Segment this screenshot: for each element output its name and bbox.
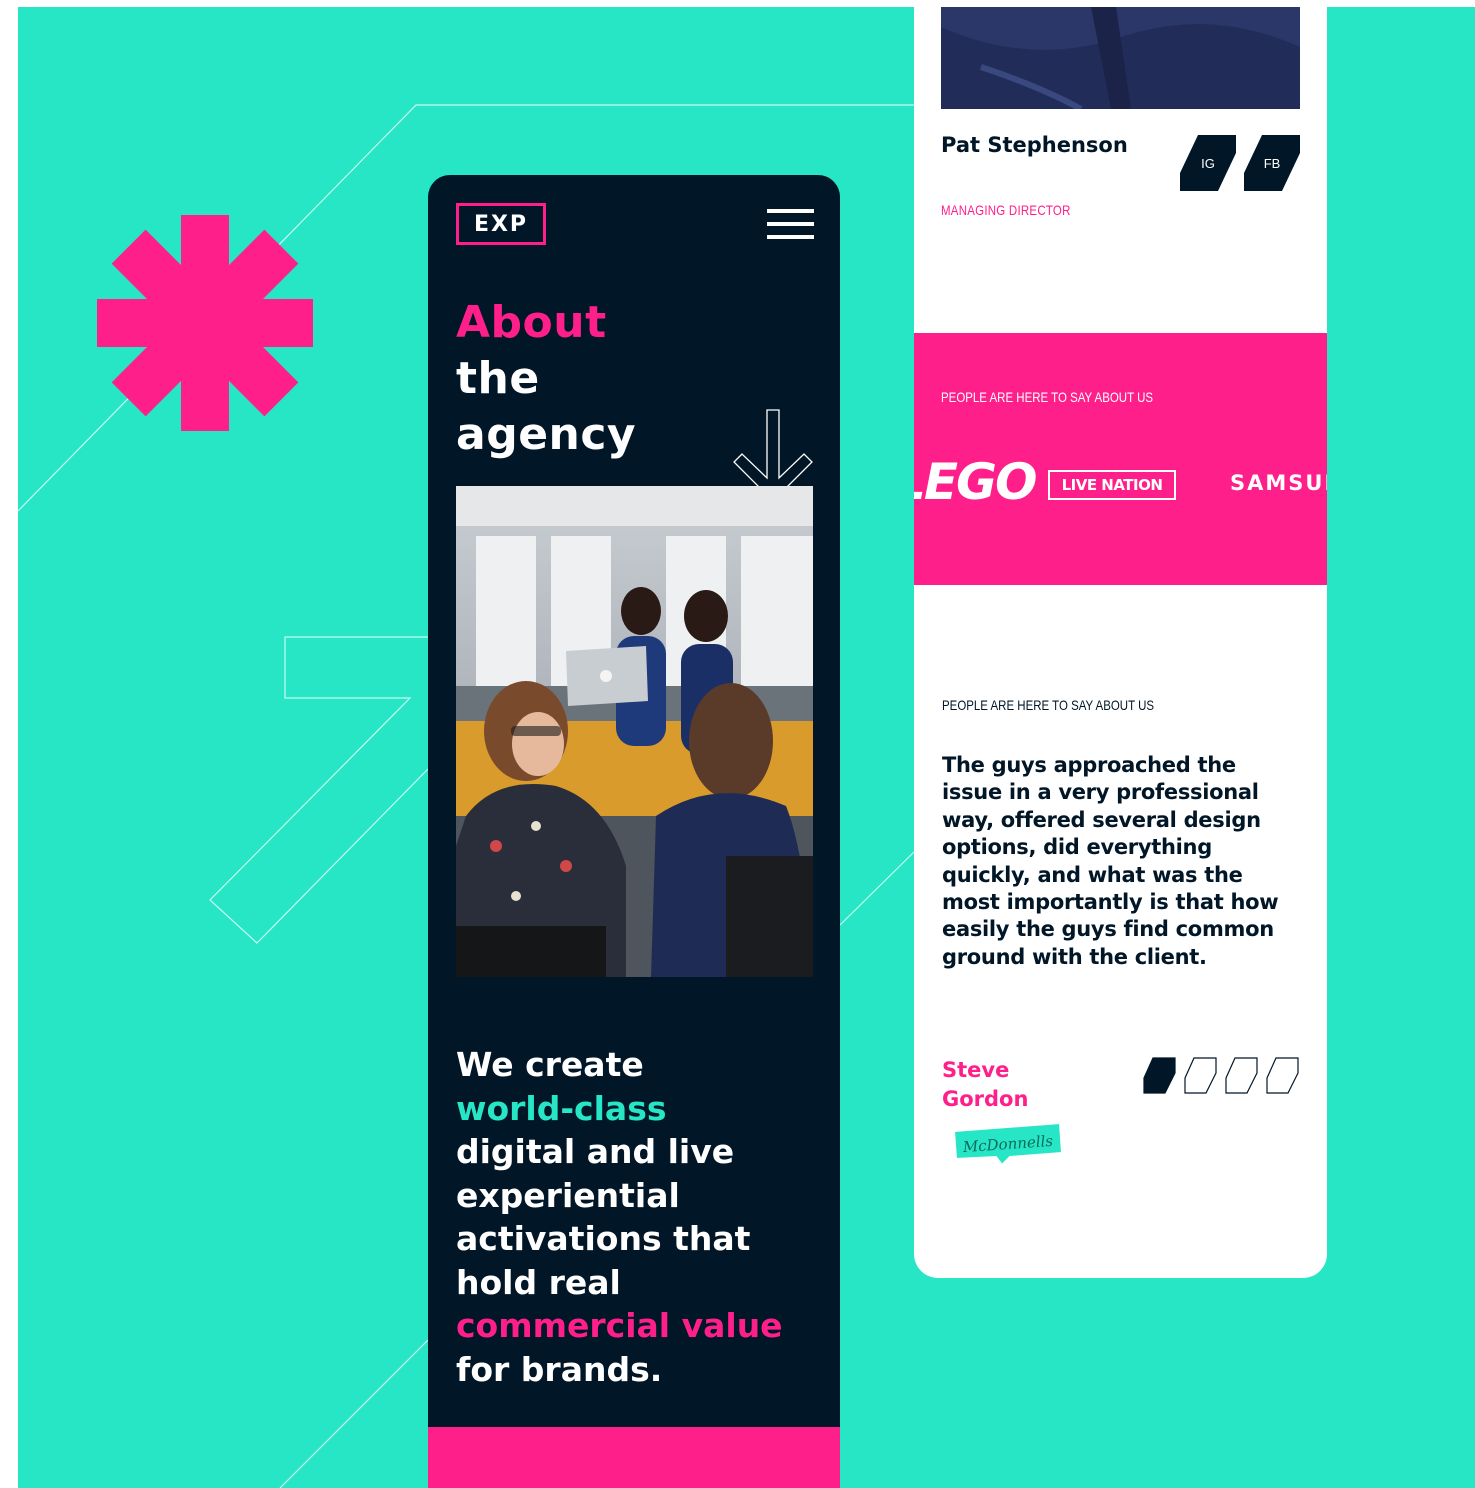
about-heading-line2: the bbox=[456, 353, 540, 404]
testimonial-author: Steve Gordon bbox=[942, 1058, 1029, 1111]
samsung-logo: SAMSUNG bbox=[1230, 471, 1327, 495]
exp-logo[interactable]: EXP bbox=[456, 203, 546, 245]
facebook-button[interactable]: FB bbox=[1244, 135, 1300, 191]
mcdonnells-logo: McDonnells bbox=[952, 1121, 1064, 1167]
team-member-role: MANAGING DIRECTOR bbox=[941, 202, 1071, 218]
pager-dot-4[interactable] bbox=[1266, 1057, 1299, 1094]
pager-dot-3[interactable] bbox=[1225, 1057, 1258, 1094]
team-photo bbox=[456, 486, 813, 977]
live-nation-logo: LIVE NATION bbox=[1048, 470, 1176, 500]
team-photo-illustration bbox=[456, 486, 813, 977]
mission-part3: for brands. bbox=[456, 1349, 663, 1389]
lego-logo: LEGO bbox=[914, 453, 1038, 511]
showcase-background: EXP About the agency We create world-cla… bbox=[18, 7, 1475, 1488]
clients-band: PEOPLE ARE HERE TO SAY ABOUT US LEGO LIV… bbox=[914, 333, 1327, 585]
instagram-label: IG bbox=[1201, 155, 1215, 171]
mobile-about-screen: EXP About the agency We create world-cla… bbox=[428, 175, 840, 1488]
mission-part1: We create bbox=[456, 1045, 644, 1084]
mission-highlight1: world-class bbox=[456, 1088, 667, 1128]
team-member-name: Pat Stephenson bbox=[941, 133, 1128, 157]
mission-statement: We create world-class digital and live e… bbox=[456, 1043, 826, 1391]
clients-label: PEOPLE ARE HERE TO SAY ABOUT US bbox=[941, 389, 1154, 405]
pager-dot-1[interactable] bbox=[1143, 1057, 1176, 1094]
pager-dot-2[interactable] bbox=[1184, 1057, 1217, 1094]
testimonial-pager bbox=[1143, 1057, 1299, 1094]
pink-footer-band bbox=[428, 1427, 840, 1488]
asterisk-icon bbox=[97, 215, 313, 431]
facebook-label: FB bbox=[1263, 155, 1281, 171]
mission-part2: digital and live experiential activation… bbox=[456, 1132, 751, 1302]
mission-highlight2: commercial value bbox=[456, 1306, 783, 1345]
mobile-team-screen: Pat Stephenson MANAGING DIRECTOR IG FB P… bbox=[914, 7, 1327, 1278]
team-member-photo bbox=[941, 7, 1300, 109]
hamburger-menu-icon[interactable] bbox=[767, 209, 814, 243]
testimonial-label: PEOPLE ARE HERE TO SAY ABOUT US bbox=[942, 697, 1155, 713]
about-heading-line3: agency bbox=[456, 409, 637, 460]
about-heading: About the agency bbox=[456, 295, 636, 463]
shirt-illustration bbox=[941, 7, 1300, 109]
testimonial-quote: The guys approached the issue in a very … bbox=[942, 753, 1279, 969]
about-heading-line1: About bbox=[456, 297, 607, 348]
instagram-button[interactable]: IG bbox=[1180, 135, 1236, 191]
